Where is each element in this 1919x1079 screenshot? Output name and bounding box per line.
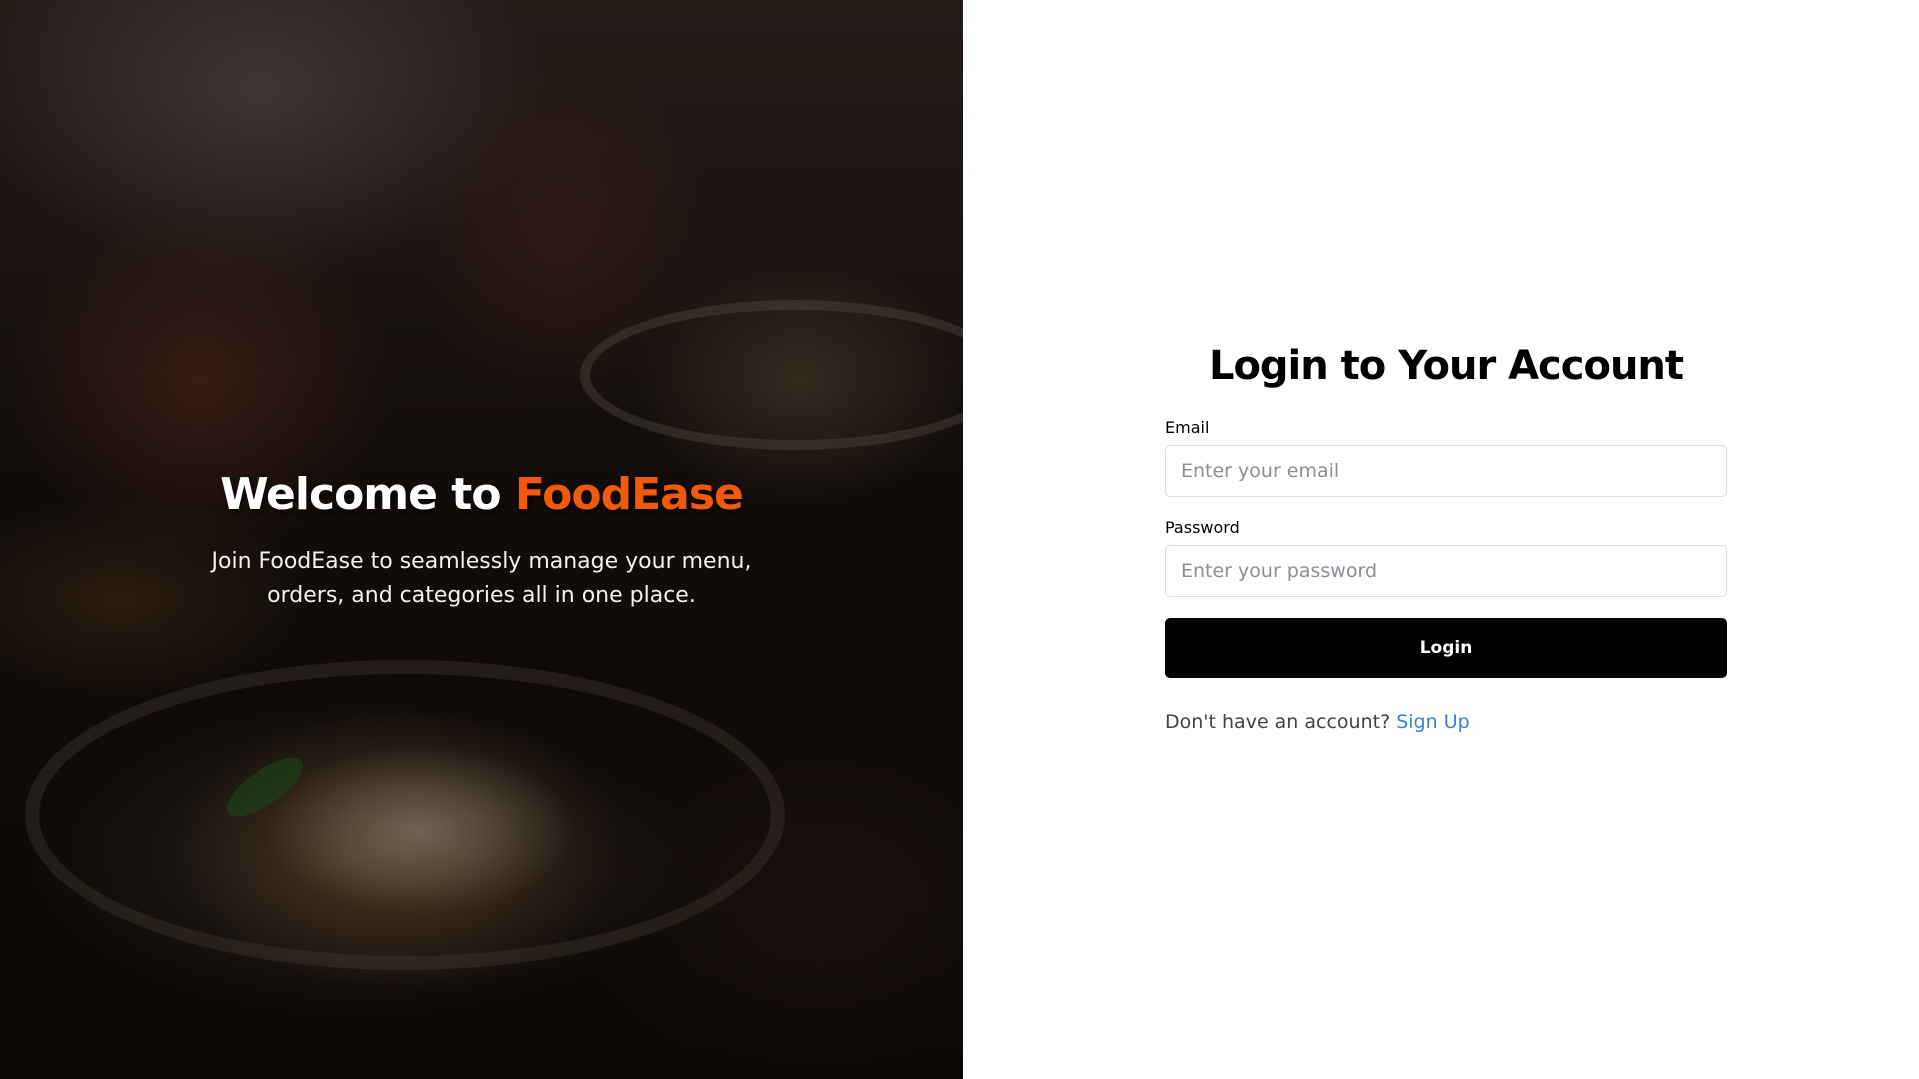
signup-link[interactable]: Sign Up: [1396, 711, 1469, 733]
login-panel: Login to Your Account Email Password Log…: [963, 0, 1919, 1079]
hero-panel: Welcome to FoodEase Join FoodEase to sea…: [0, 0, 963, 1079]
hero-title-prefix: Welcome to: [220, 469, 515, 520]
login-page: Welcome to FoodEase Join FoodEase to sea…: [0, 0, 1919, 1079]
brand-name: FoodEase: [514, 469, 744, 520]
signup-row: Don't have an account? Sign Up: [1165, 711, 1727, 733]
password-label: Password: [1165, 518, 1240, 537]
signup-prompt: Don't have an account?: [1165, 711, 1391, 733]
hero-content: Welcome to FoodEase Join FoodEase to sea…: [0, 465, 963, 613]
email-field[interactable]: [1165, 445, 1727, 497]
login-button[interactable]: Login: [1165, 618, 1727, 678]
login-form: Login to Your Account Email Password Log…: [1165, 336, 1727, 733]
hero-title: Welcome to FoodEase: [0, 465, 963, 525]
password-field[interactable]: [1165, 545, 1727, 597]
hero-subtitle: Join FoodEase to seamlessly manage your …: [211, 549, 752, 608]
email-label: Email: [1165, 418, 1210, 437]
login-title: Login to Your Account: [1208, 343, 1684, 389]
